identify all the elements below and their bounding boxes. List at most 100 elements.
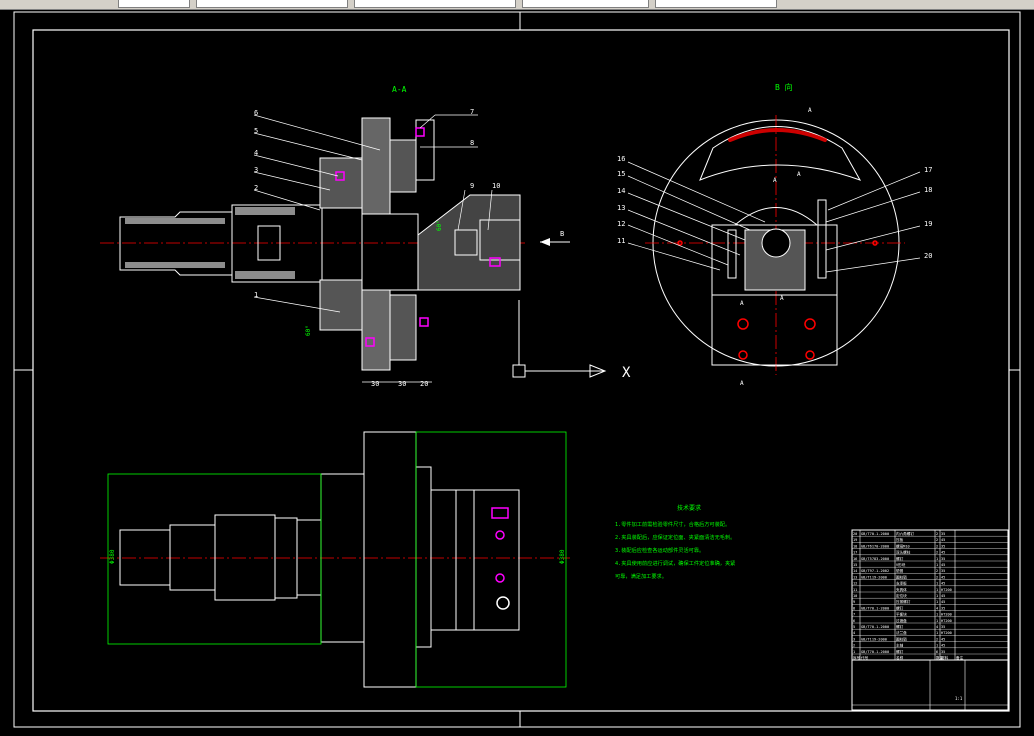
section-mark-a6: A bbox=[797, 171, 801, 178]
title-block-cell: 2 bbox=[936, 569, 938, 573]
dim-bottom-2: 30 bbox=[398, 380, 406, 388]
title-block-cell: 螺钉 bbox=[896, 605, 904, 610]
title-block-cell: 圆柱销 bbox=[896, 574, 907, 579]
title-block: 20 GB/T70.1-2000 内六角螺钉 2 3519 压板 2 4518 GB/T6170… bbox=[851, 529, 1009, 711]
title-block-cell: 1 bbox=[936, 588, 938, 592]
part-label-2: 2 bbox=[254, 184, 258, 192]
title-block-cell: 35 bbox=[941, 532, 945, 536]
note-line-5: 可靠，满足加工要求。 bbox=[615, 572, 667, 580]
title-block-cell: 定位块 bbox=[896, 593, 907, 598]
centering-marks bbox=[14, 12, 1020, 727]
part-label-4: 4 bbox=[254, 149, 258, 157]
dim-bottom-1: 30 bbox=[371, 380, 379, 388]
title-block-cell: GB/T70.1-2000 bbox=[861, 606, 889, 610]
title-block-cell: 圆柱销 bbox=[896, 636, 907, 641]
note-line-2: 2.夹具装配后，应保证定位面、夹紧面清洁无毛刺。 bbox=[615, 533, 735, 541]
title-block-cell: HT200 bbox=[941, 631, 952, 635]
title-block-cell: 2 bbox=[936, 544, 938, 548]
part-label-18: 18 bbox=[924, 186, 932, 194]
part-label-16: 16 bbox=[617, 155, 625, 163]
title-block-cell: 16 bbox=[853, 557, 857, 561]
view-b: B 向 A A A A A A bbox=[645, 82, 905, 387]
view-b-label: B 向 bbox=[775, 82, 793, 92]
title-block-cell: 13 bbox=[853, 575, 857, 579]
title-block-cell: 2 bbox=[853, 644, 855, 648]
notes-title: 技术要求 bbox=[677, 504, 701, 512]
dim-height-right: Φ380 bbox=[559, 549, 566, 564]
title-block-cell: 12 bbox=[853, 582, 857, 586]
title-block-cell: 4 bbox=[936, 606, 938, 610]
title-block-cell: GB/T70.1-2000 bbox=[861, 625, 889, 629]
ucs-icon bbox=[512, 364, 526, 378]
title-block-cell: 9 bbox=[853, 600, 855, 604]
section-mark-a1: A bbox=[740, 300, 744, 307]
title-block-cell: 1 bbox=[936, 600, 938, 604]
title-block-cell: 1 bbox=[936, 557, 938, 561]
title-block-cell: 35 bbox=[941, 650, 945, 654]
title-block-scale: 1:1 bbox=[955, 696, 963, 701]
title-block-cell: 1 bbox=[936, 631, 938, 635]
toolbar-control-1[interactable] bbox=[118, 0, 190, 8]
title-block-cell: 法兰盘 bbox=[896, 630, 907, 635]
title-block-cell: 35 bbox=[941, 606, 945, 610]
title-block-cell: 1 bbox=[936, 563, 938, 567]
toolbar-control-4[interactable] bbox=[522, 0, 649, 8]
title-block-cell: GB/T70.1-2000 bbox=[861, 650, 889, 654]
title-block-cell: 35 bbox=[941, 569, 945, 573]
flange-body bbox=[319, 117, 521, 371]
title-block-cell: 20 bbox=[853, 532, 857, 536]
title-block-cell: 螺钉 bbox=[896, 649, 904, 654]
part-label-8: 8 bbox=[470, 139, 474, 147]
title-block-cell: 4 bbox=[853, 631, 855, 635]
title-block-cell: 主轴 bbox=[896, 643, 904, 648]
title-block-cell: 2 bbox=[936, 637, 938, 641]
cad-canvas[interactable]: A-A 30 30 20 60° 60° B X 1 2 3 4 5 6 7 8… bbox=[0, 9, 1034, 732]
part-label-13: 13 bbox=[617, 204, 625, 212]
title-block-cell: 7 bbox=[853, 613, 855, 617]
title-block-cell: 45 bbox=[941, 594, 945, 598]
toolbar-control-2[interactable] bbox=[196, 0, 348, 8]
section-aa-view: A-A 30 30 20 60° 60° B X bbox=[100, 85, 631, 388]
title-block-cell: GB/T6170-2000 bbox=[861, 544, 889, 548]
fastener-marks-plan bbox=[491, 507, 510, 610]
part-label-1: 1 bbox=[254, 291, 258, 299]
title-block-header-cell: 材料 bbox=[941, 655, 949, 660]
title-block-cell: 螺母M10 bbox=[896, 543, 910, 548]
part-label-11: 11 bbox=[617, 237, 625, 245]
title-block-cell: 18 bbox=[853, 544, 857, 548]
title-block-cell: 螺钉 bbox=[896, 624, 904, 629]
title-block-cell: 35 bbox=[941, 557, 945, 561]
title-block-cell: 2 bbox=[936, 575, 938, 579]
title-block-cell: 45 bbox=[941, 582, 945, 586]
title-block-cell: HT200 bbox=[941, 613, 952, 617]
note-line-4: 4.夹具使用前应进行调试，确保工件定位准确，夹紧 bbox=[615, 559, 735, 567]
drawing-sheet: A-A 30 30 20 60° 60° B X 1 2 3 4 5 6 7 8… bbox=[13, 11, 1021, 728]
title-block-cell: 35 bbox=[941, 544, 945, 548]
title-block-cell: 17 bbox=[853, 551, 857, 555]
title-block-cell: 11 bbox=[853, 588, 857, 592]
title-block-cell: 5 bbox=[853, 625, 855, 629]
title-block-cell: 45 bbox=[941, 538, 945, 542]
technical-notes: 技术要求 1.零件加工前需检验零件尺寸，合格后方可装配。 2.夹具装配后，应保证… bbox=[615, 504, 735, 580]
title-block-cell: 支承板 bbox=[896, 581, 907, 586]
toolbar-control-5[interactable] bbox=[655, 0, 777, 8]
title-block-cell: 45 bbox=[941, 563, 945, 567]
view-arrow-b: B bbox=[560, 230, 564, 238]
title-block-cell: 夹具体 bbox=[896, 587, 907, 592]
part-label-6: 6 bbox=[254, 109, 258, 117]
title-block-cell: GB/T119-2000 bbox=[861, 575, 887, 579]
title-block-cell: 2 bbox=[936, 538, 938, 542]
title-block-cell: 螺钉 bbox=[896, 556, 904, 561]
title-block-cell: 6 bbox=[853, 619, 855, 623]
part-label-17: 17 bbox=[924, 166, 932, 174]
part-label-19: 19 bbox=[924, 220, 932, 228]
title-block-cell: 1 bbox=[853, 650, 855, 654]
title-block-cell: 1 bbox=[936, 613, 938, 617]
spindle-shank bbox=[119, 204, 323, 283]
title-block-cell: 内六角螺钉 bbox=[896, 531, 914, 536]
plan-view: Φ380 Φ380 bbox=[100, 431, 570, 688]
toolbar-control-3[interactable] bbox=[354, 0, 516, 8]
part-label-5: 5 bbox=[254, 127, 258, 135]
title-block-cell: 45 bbox=[941, 644, 945, 648]
outer-frame bbox=[13, 11, 1021, 728]
